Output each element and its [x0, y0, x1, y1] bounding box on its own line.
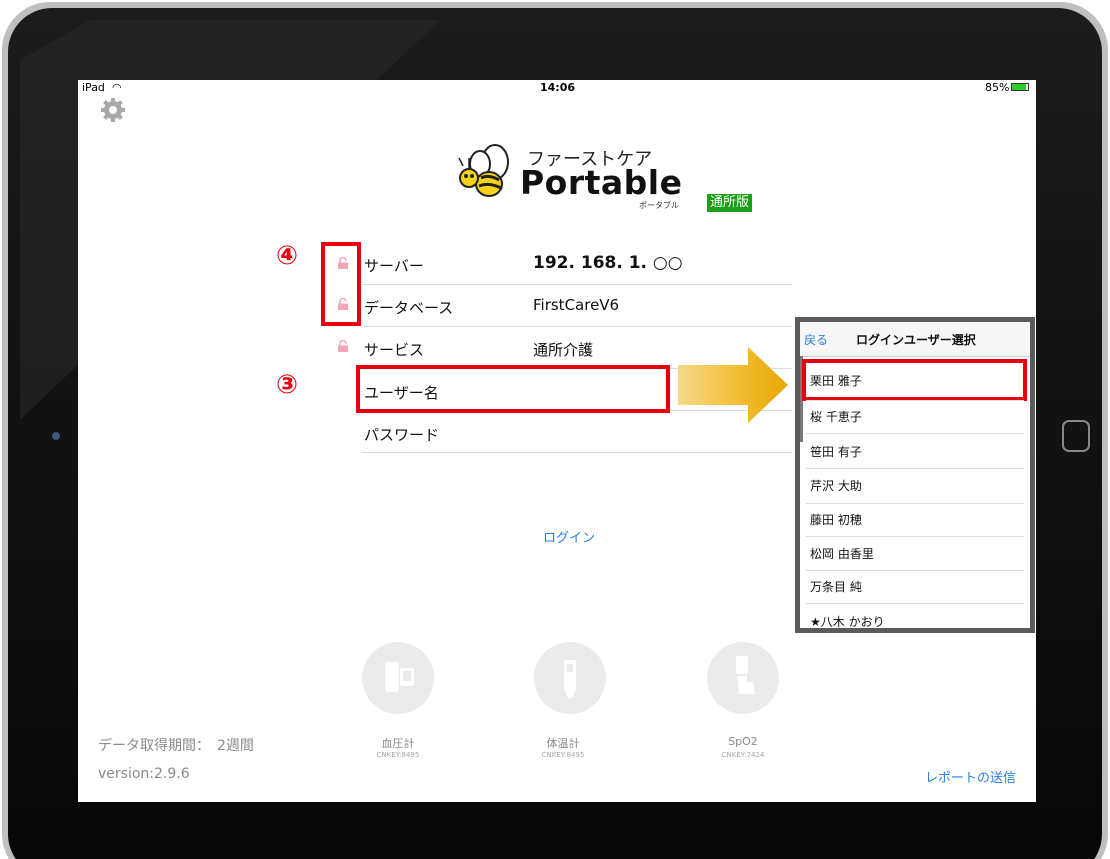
device-key: CNKEY:8495 [541, 751, 585, 759]
user-list-item[interactable]: 笹田 有子 [810, 443, 862, 460]
status-time: 14:06 [540, 81, 576, 94]
logo-subtitle-kana: ポータブル [639, 201, 679, 210]
row-separator [362, 452, 792, 453]
thermometer-icon[interactable] [534, 642, 606, 714]
user-list-item[interactable]: 桜 千恵子 [810, 408, 862, 425]
database-value[interactable]: FirstCareV6 [533, 296, 619, 314]
row-separator [362, 326, 792, 327]
logo-badge: 通所版 [707, 194, 753, 212]
row-separator [362, 284, 792, 285]
gear-icon[interactable] [98, 95, 128, 125]
list-separator [806, 503, 1024, 504]
user-list-item[interactable]: 藤田 初穂 [810, 511, 862, 528]
password-label[interactable]: パスワード [364, 424, 439, 445]
popup-title: ログインユーザー選択 [856, 333, 976, 347]
list-separator [806, 603, 1024, 604]
step4-marker: ④ [276, 241, 299, 271]
data-period-label: データ取得期間： 2週間 [98, 738, 254, 754]
service-label: サービス [364, 341, 425, 359]
username-highlight-box [356, 365, 670, 413]
arrow-right-icon [678, 347, 788, 423]
bee-logo-icon [458, 144, 509, 197]
list-separator [806, 468, 1024, 469]
device-key: CNKEY:8495 [376, 751, 420, 759]
logo-title-main: Portable [520, 163, 683, 202]
server-value[interactable]: 192. 168. 1. ○○ [533, 253, 683, 273]
battery-icon [1011, 83, 1029, 91]
status-battery: 85% [985, 81, 1010, 94]
list-separator [806, 536, 1024, 537]
home-button[interactable] [1062, 420, 1090, 452]
list-separator [806, 400, 1024, 401]
user-list-item[interactable]: 芹沢 大助 [810, 477, 862, 494]
user-select-popup: 戻る ログインユーザー選択 栗田 雅子 桜 千恵子 笹田 有子 芹沢 大助 藤田… [795, 317, 1035, 633]
wifi-icon: ◠ [112, 81, 122, 94]
device-name: 体温計 [546, 737, 580, 750]
database-label: データベース [364, 299, 454, 317]
user-list-item[interactable]: 万条目 純 [810, 578, 862, 595]
login-button[interactable]: ログイン [543, 527, 595, 546]
user-list-item[interactable]: 松岡 由香里 [810, 545, 874, 562]
password-field[interactable] [533, 424, 663, 444]
step3-marker: ③ [276, 370, 299, 400]
device-name: 血圧計 [381, 737, 415, 750]
lock-highlight-box [321, 242, 361, 326]
version-label: version:2.9.6 [98, 766, 190, 782]
send-report-link[interactable]: レポートの送信 [925, 767, 1016, 786]
blood-pressure-icon[interactable] [362, 642, 434, 714]
selected-user-highlight-box [802, 359, 1027, 401]
list-separator [806, 433, 1024, 434]
device-key: CNKEY:7424 [721, 751, 765, 759]
service-value[interactable]: 通所介護 [533, 339, 593, 360]
camera-dot [52, 432, 60, 440]
list-separator [806, 570, 1024, 571]
status-device: iPad [82, 81, 105, 94]
server-label: サーバー [364, 257, 424, 275]
spo2-icon[interactable] [707, 642, 779, 714]
lock-icon [338, 340, 348, 352]
device-name: SpO2 [728, 735, 758, 748]
back-button[interactable]: 戻る [804, 331, 828, 348]
user-list-item[interactable]: ★八木 かおり [810, 613, 885, 628]
